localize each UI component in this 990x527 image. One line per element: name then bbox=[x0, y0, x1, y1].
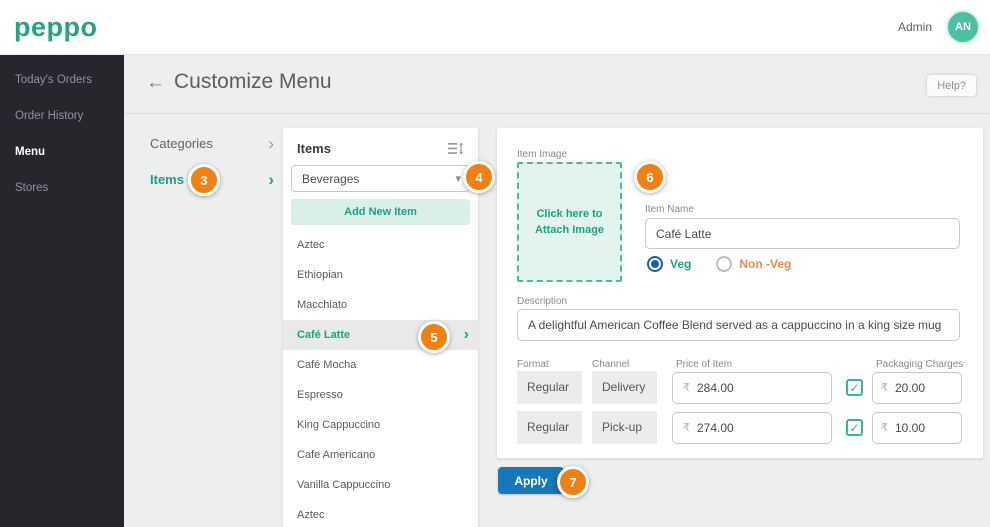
price-input[interactable]: ₹ 284.00 bbox=[672, 371, 832, 404]
price-header: Price of Item bbox=[676, 359, 733, 370]
radio-dot bbox=[651, 260, 659, 268]
page-title: Customize Menu bbox=[174, 70, 332, 93]
sidebar-item-order-history[interactable]: Order History bbox=[0, 98, 124, 134]
tour-badge-5: 5 bbox=[418, 321, 450, 353]
title-bar: ← Customize Menu Help? bbox=[124, 55, 990, 114]
app-window: peppo Admin AN Today's Orders Order Hist… bbox=[0, 0, 990, 527]
list-item-label: Espresso bbox=[297, 389, 343, 401]
list-item-label: Aztec bbox=[297, 239, 325, 251]
rupee-icon: ₹ bbox=[881, 421, 888, 434]
packaging-header: Packaging Charges bbox=[876, 359, 964, 370]
nonveg-radio[interactable] bbox=[716, 256, 733, 272]
tour-badge-6: 6 bbox=[634, 161, 666, 193]
list-item[interactable]: Aztec bbox=[283, 500, 478, 527]
check-icon: ✓ bbox=[849, 420, 860, 435]
list-item[interactable]: Vanilla Cappuccino bbox=[283, 470, 478, 500]
sidebar-item-todays-orders[interactable]: Today's Orders bbox=[0, 62, 124, 98]
items-panel-title: Items bbox=[297, 141, 331, 156]
chevron-right-icon: › bbox=[268, 133, 274, 153]
attach-image-dropzone[interactable]: Click here to Attach Image bbox=[517, 162, 622, 282]
list-item-label: Ethiopian bbox=[297, 269, 343, 281]
list-item[interactable]: Cafe Americano bbox=[283, 440, 478, 470]
rupee-icon: ₹ bbox=[683, 421, 690, 434]
rupee-icon: ₹ bbox=[881, 381, 888, 394]
price-value: 284.00 bbox=[697, 380, 734, 395]
list-item[interactable]: Ethiopian bbox=[283, 260, 478, 290]
item-image-label: Item Image bbox=[517, 149, 568, 160]
category-select-value: Beverages bbox=[302, 171, 360, 186]
list-item[interactable]: Aztec bbox=[283, 230, 478, 260]
tour-badge-4: 4 bbox=[463, 161, 495, 193]
category-select[interactable]: Beverages ▾ bbox=[291, 165, 470, 192]
pricing-row: Regular Delivery ₹ 284.00 ✓ ₹ 20.00 bbox=[517, 371, 962, 404]
channel-chip: Pick-up bbox=[592, 411, 657, 444]
sidebar: Today's Orders Order History Menu Stores bbox=[0, 55, 124, 527]
list-item-label: King Cappuccino bbox=[297, 419, 381, 431]
item-name-label: Item Name bbox=[645, 204, 694, 215]
sort-icon[interactable] bbox=[448, 142, 464, 155]
top-header: peppo Admin AN bbox=[0, 0, 990, 55]
list-item[interactable]: Macchiato bbox=[283, 290, 478, 320]
back-arrow-icon[interactable]: ← bbox=[146, 72, 165, 94]
brand-logo: peppo bbox=[14, 12, 98, 42]
veg-radio[interactable] bbox=[647, 256, 663, 272]
list-item[interactable]: King Cappuccino bbox=[283, 410, 478, 440]
veg-label: Veg bbox=[670, 257, 692, 271]
nav-row-categories[interactable]: Categories › bbox=[150, 133, 274, 153]
veg-nonveg-radio-group: Veg Non -Veg bbox=[647, 256, 791, 272]
format-chip: Regular bbox=[517, 371, 582, 404]
price-value: 274.00 bbox=[697, 420, 734, 435]
packaging-value: 10.00 bbox=[895, 420, 926, 435]
nonveg-label: Non -Veg bbox=[739, 257, 792, 271]
format-chip: Regular bbox=[517, 411, 582, 444]
chevron-down-icon: ▾ bbox=[455, 173, 461, 185]
add-new-item-button[interactable]: Add New Item bbox=[291, 199, 470, 225]
list-item-label: Aztec bbox=[297, 509, 325, 521]
items-panel-header: Items bbox=[283, 128, 478, 165]
chevron-right-icon: › bbox=[463, 326, 469, 343]
categories-label: Categories bbox=[150, 135, 213, 151]
description-label: Description bbox=[517, 296, 568, 307]
channel-chip: Delivery bbox=[592, 371, 657, 404]
item-list: Aztec Ethiopian Macchiato Café Latte › C… bbox=[283, 230, 478, 527]
items-label: Items bbox=[150, 171, 184, 187]
avatar[interactable]: AN bbox=[946, 10, 980, 44]
items-panel: Items Beverages ▾ Add New Item Aztec Eth… bbox=[283, 128, 478, 527]
packaging-checkbox[interactable]: ✓ bbox=[846, 419, 863, 436]
list-item-label: Cafe Americano bbox=[297, 449, 376, 461]
rupee-icon: ₹ bbox=[683, 381, 690, 394]
chevron-right-icon: › bbox=[268, 169, 274, 189]
attach-image-text: Click here to Attach Image bbox=[534, 207, 605, 237]
item-name-input[interactable] bbox=[645, 218, 960, 249]
apply-button[interactable]: Apply bbox=[498, 467, 564, 494]
pricing-table-headers: Format Channel Price of Item Packaging C… bbox=[517, 359, 963, 370]
check-icon: ✓ bbox=[849, 380, 860, 395]
sidebar-item-menu[interactable]: Menu bbox=[0, 134, 124, 170]
tour-badge-7: 7 bbox=[557, 466, 589, 498]
channel-header: Channel bbox=[592, 359, 630, 370]
packaging-input[interactable]: ₹ 20.00 bbox=[872, 371, 962, 404]
list-item-label: Vanilla Cappuccino bbox=[297, 479, 391, 491]
price-input[interactable]: ₹ 274.00 bbox=[672, 411, 832, 444]
pricing-row: Regular Pick-up ₹ 274.00 ✓ ₹ 10.00 bbox=[517, 411, 962, 444]
list-item-label: Café Mocha bbox=[297, 359, 357, 371]
sidebar-item-stores[interactable]: Stores bbox=[0, 170, 124, 206]
packaging-input[interactable]: ₹ 10.00 bbox=[872, 411, 962, 444]
tour-badge-3: 3 bbox=[188, 164, 220, 196]
list-item-label: Macchiato bbox=[297, 299, 348, 311]
packaging-checkbox[interactable]: ✓ bbox=[846, 379, 863, 396]
list-item-label: Café Latte bbox=[297, 329, 351, 341]
help-button[interactable]: Help? bbox=[927, 75, 976, 96]
list-item[interactable]: Café Mocha bbox=[283, 350, 478, 380]
format-header: Format bbox=[517, 359, 549, 370]
item-detail-panel: Item Image Click here to Attach Image It… bbox=[497, 128, 983, 458]
description-input[interactable] bbox=[517, 309, 960, 341]
packaging-value: 20.00 bbox=[895, 380, 926, 395]
admin-role-label: Admin bbox=[897, 20, 932, 34]
list-item[interactable]: Espresso bbox=[283, 380, 478, 410]
